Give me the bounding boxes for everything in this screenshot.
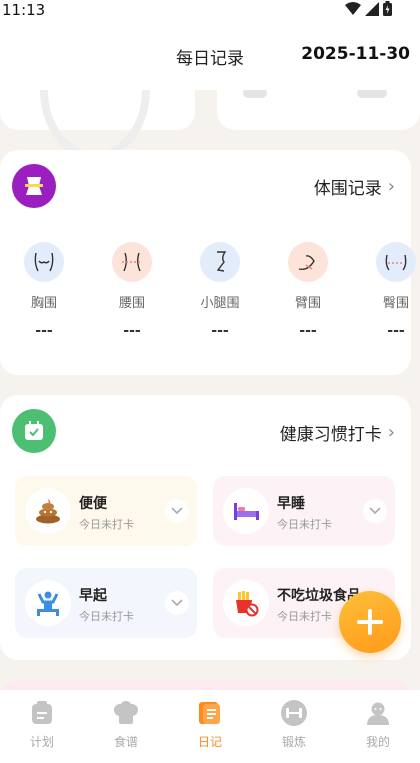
profile-icon xyxy=(365,700,391,726)
date-selector[interactable]: 2025-11-30 xyxy=(301,44,410,64)
measure-item-waist[interactable]: 腰围 --- xyxy=(102,242,162,339)
measure-value: --- xyxy=(211,323,229,339)
chevron-down-icon[interactable] xyxy=(363,499,387,523)
measure-value: --- xyxy=(35,323,53,339)
bed-icon xyxy=(223,488,269,534)
habit-status: 今日未打卡 xyxy=(277,610,332,623)
body-measure-link[interactable]: 体围记录 › xyxy=(314,174,395,199)
header: 每日记录 2025-11-30 xyxy=(0,22,420,90)
measure-value: --- xyxy=(299,323,317,339)
measure-label: 臂围 xyxy=(294,296,321,311)
habit-name: 便便 xyxy=(79,496,107,512)
habit-item-poop[interactable]: 便便 今日未打卡 xyxy=(15,476,197,546)
measure-item-arm[interactable]: 臂围 --- xyxy=(278,242,338,339)
body-measure-section-icon xyxy=(12,164,56,208)
habit-item-sleep[interactable]: 早睡 今日未打卡 xyxy=(213,476,395,546)
measure-label: 臀围 xyxy=(382,296,409,311)
habit-name: 早睡 xyxy=(277,496,305,512)
measure-item-hip[interactable]: 臀围 --- xyxy=(366,242,420,339)
status-icons xyxy=(345,1,392,16)
tab-plan[interactable]: 计划 xyxy=(0,690,84,763)
tab-diary[interactable]: 日记 xyxy=(168,690,252,763)
measure-value: --- xyxy=(123,323,141,339)
habit-name: 早起 xyxy=(79,588,107,604)
chevron-down-icon[interactable] xyxy=(165,591,189,615)
hip-icon xyxy=(376,242,416,282)
no-junk-food-icon xyxy=(223,580,269,626)
plan-icon xyxy=(29,700,55,726)
tab-profile[interactable]: 我的 xyxy=(336,690,420,763)
measure-label: 小腿围 xyxy=(200,296,240,311)
section-title: 健康习惯打卡 xyxy=(279,425,382,445)
measure-label: 腰围 xyxy=(118,296,145,311)
chevron-down-icon[interactable] xyxy=(165,499,189,523)
tab-label: 食谱 xyxy=(113,735,138,749)
measure-value: --- xyxy=(387,323,405,339)
measure-label: 胸围 xyxy=(30,296,57,311)
battery-icon xyxy=(383,1,392,16)
plus-icon xyxy=(357,609,383,635)
poop-icon xyxy=(25,488,71,534)
habit-status: 今日未打卡 xyxy=(79,518,134,531)
tab-label: 锻炼 xyxy=(281,735,306,749)
tab-label: 我的 xyxy=(365,735,390,749)
bottom-tab-bar: 计划 食谱 日记 锻炼 我的 xyxy=(0,690,420,763)
wake-up-icon xyxy=(25,580,71,626)
tab-workout[interactable]: 锻炼 xyxy=(252,690,336,763)
dumbbell-icon xyxy=(281,700,307,726)
calendar-check-icon xyxy=(12,409,56,453)
wifi-icon xyxy=(345,1,361,15)
tab-recipes[interactable]: 食谱 xyxy=(84,690,168,763)
signal-icon xyxy=(365,1,379,16)
habit-section-link[interactable]: 健康习惯打卡 › xyxy=(280,420,395,445)
chest-icon xyxy=(24,242,64,282)
habit-item-wake-up[interactable]: 早起 今日未打卡 xyxy=(15,568,197,638)
chevron-right-icon: › xyxy=(387,422,395,443)
status-time: 11:13 xyxy=(2,1,46,19)
add-record-button[interactable] xyxy=(339,591,401,653)
arm-icon xyxy=(288,242,328,282)
measure-item-chest[interactable]: 胸围 --- xyxy=(14,242,74,339)
tab-label: 日记 xyxy=(197,735,222,749)
chef-icon xyxy=(113,700,139,726)
tab-label: 计划 xyxy=(29,735,54,749)
body-measurement-card: 体围记录 › 胸围 --- 腰围 --- 小腿围 --- 臂围 --- 臀围 - xyxy=(0,150,416,375)
measure-item-calf[interactable]: 小腿围 --- xyxy=(190,242,250,339)
section-title: 体围记录 xyxy=(313,179,382,199)
waist-icon xyxy=(112,242,152,282)
calf-icon xyxy=(200,242,240,282)
habit-status: 今日未打卡 xyxy=(277,518,332,531)
diary-icon xyxy=(197,700,223,726)
chevron-right-icon: › xyxy=(387,176,395,197)
habit-status: 今日未打卡 xyxy=(79,610,134,623)
status-bar: 11:13 xyxy=(0,0,420,22)
